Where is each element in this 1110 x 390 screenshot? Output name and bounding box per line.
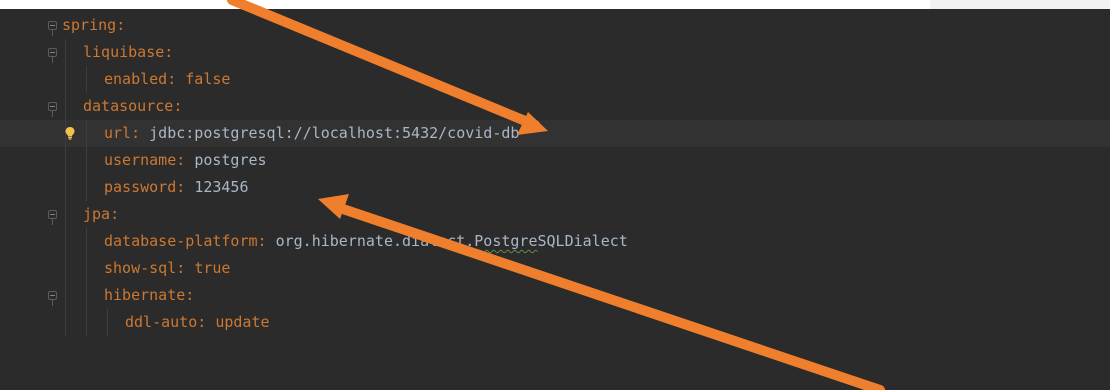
- yaml-separator: :: [131, 124, 150, 142]
- code-text: enabled: false: [104, 66, 230, 93]
- yaml-key: datasource: [83, 97, 174, 115]
- indent-guide: [65, 201, 66, 228]
- yaml-separator: :: [176, 151, 195, 169]
- indent-guide: [86, 66, 87, 93]
- indent-guide: [65, 93, 66, 120]
- indent-guide: [86, 174, 87, 201]
- indent-guide: [86, 120, 87, 147]
- yaml-value: false: [185, 70, 231, 88]
- yaml-separator: :: [257, 232, 276, 250]
- code-text: url: jdbc:postgresql://localhost:5432/co…: [104, 120, 519, 147]
- yaml-value: org.hibernate.dialect.PostgreSQLDialect: [275, 232, 628, 250]
- code-text: password: 123456: [104, 174, 249, 201]
- code-text: spring:: [62, 12, 125, 39]
- yaml-key: database-platform: [104, 232, 258, 250]
- code-line[interactable]: jpa:: [0, 201, 1110, 228]
- code-line[interactable]: datasource:: [0, 93, 1110, 120]
- code-text: show-sql: true: [104, 255, 230, 282]
- code-editor[interactable]: spring: liquibase: enabled: false datasourc…: [0, 9, 1110, 390]
- code-line[interactable]: url: jdbc:postgresql://localhost:5432/co…: [0, 120, 1110, 147]
- yaml-key: show-sql: [104, 259, 177, 277]
- fold-icon[interactable]: [48, 48, 57, 63]
- code-line[interactable]: enabled: false: [0, 66, 1110, 93]
- yaml-key: enabled: [104, 70, 168, 88]
- yaml-separator: :: [110, 205, 120, 223]
- yaml-separator: :: [116, 16, 126, 34]
- yaml-value: jdbc:postgresql://localhost:5432/covid-d…: [149, 124, 520, 142]
- yaml-value: true: [194, 259, 231, 277]
- code-line[interactable]: database-platform: org.hibernate.dialect…: [0, 228, 1110, 255]
- yaml-separator: :: [185, 286, 195, 304]
- indent-guide: [86, 309, 87, 336]
- code-text: hibernate:: [104, 282, 194, 309]
- indent-guide: [65, 147, 66, 174]
- code-line[interactable]: show-sql: true: [0, 255, 1110, 282]
- indent-guide: [86, 147, 87, 174]
- code-line[interactable]: ddl-auto: update: [0, 309, 1110, 336]
- indent-guide: [86, 228, 87, 255]
- yaml-key: jpa: [83, 205, 111, 223]
- code-text: liquibase:: [83, 39, 173, 66]
- indent-guide: [86, 255, 87, 282]
- indent-guide: [65, 174, 66, 201]
- yaml-separator: :: [176, 259, 195, 277]
- indent-guide: [65, 309, 66, 336]
- yaml-key: spring: [62, 16, 117, 34]
- yaml-separator: :: [197, 313, 216, 331]
- yaml-separator: :: [164, 43, 174, 61]
- code-line[interactable]: liquibase:: [0, 39, 1110, 66]
- indent-guide: [65, 39, 66, 66]
- code-line[interactable]: hibernate:: [0, 282, 1110, 309]
- lightbulb-icon[interactable]: [64, 126, 76, 140]
- code-text: datasource:: [83, 93, 182, 120]
- fold-icon[interactable]: [48, 21, 57, 36]
- yaml-value: postgres: [194, 151, 267, 169]
- yaml-key: hibernate: [104, 286, 186, 304]
- indent-guide: [86, 282, 87, 309]
- code-text: ddl-auto: update: [125, 309, 270, 336]
- fold-icon[interactable]: [48, 102, 57, 117]
- code-line[interactable]: password: 123456: [0, 174, 1110, 201]
- yaml-key: liquibase: [83, 43, 165, 61]
- fold-icon[interactable]: [48, 291, 57, 306]
- yaml-key: ddl-auto: [125, 313, 198, 331]
- indent-guide: [65, 282, 66, 309]
- code-text: jpa:: [83, 201, 119, 228]
- code-line[interactable]: username: postgres: [0, 147, 1110, 174]
- code-text: username: postgres: [104, 147, 267, 174]
- code-text: database-platform: org.hibernate.dialect…: [104, 228, 628, 255]
- yaml-separator: :: [176, 178, 195, 196]
- yaml-separator: :: [173, 97, 183, 115]
- yaml-separator: :: [167, 70, 186, 88]
- indent-guide: [65, 66, 66, 93]
- yaml-key: username: [104, 151, 177, 169]
- yaml-value: update: [215, 313, 270, 331]
- yaml-value: 123456: [194, 178, 249, 196]
- code-line[interactable]: spring:: [0, 12, 1110, 39]
- fold-icon[interactable]: [48, 210, 57, 225]
- yaml-key: url: [104, 124, 132, 142]
- indent-guide: [65, 255, 66, 282]
- yaml-key: password: [104, 178, 177, 196]
- indent-guide: [65, 228, 66, 255]
- indent-guide: [107, 309, 108, 336]
